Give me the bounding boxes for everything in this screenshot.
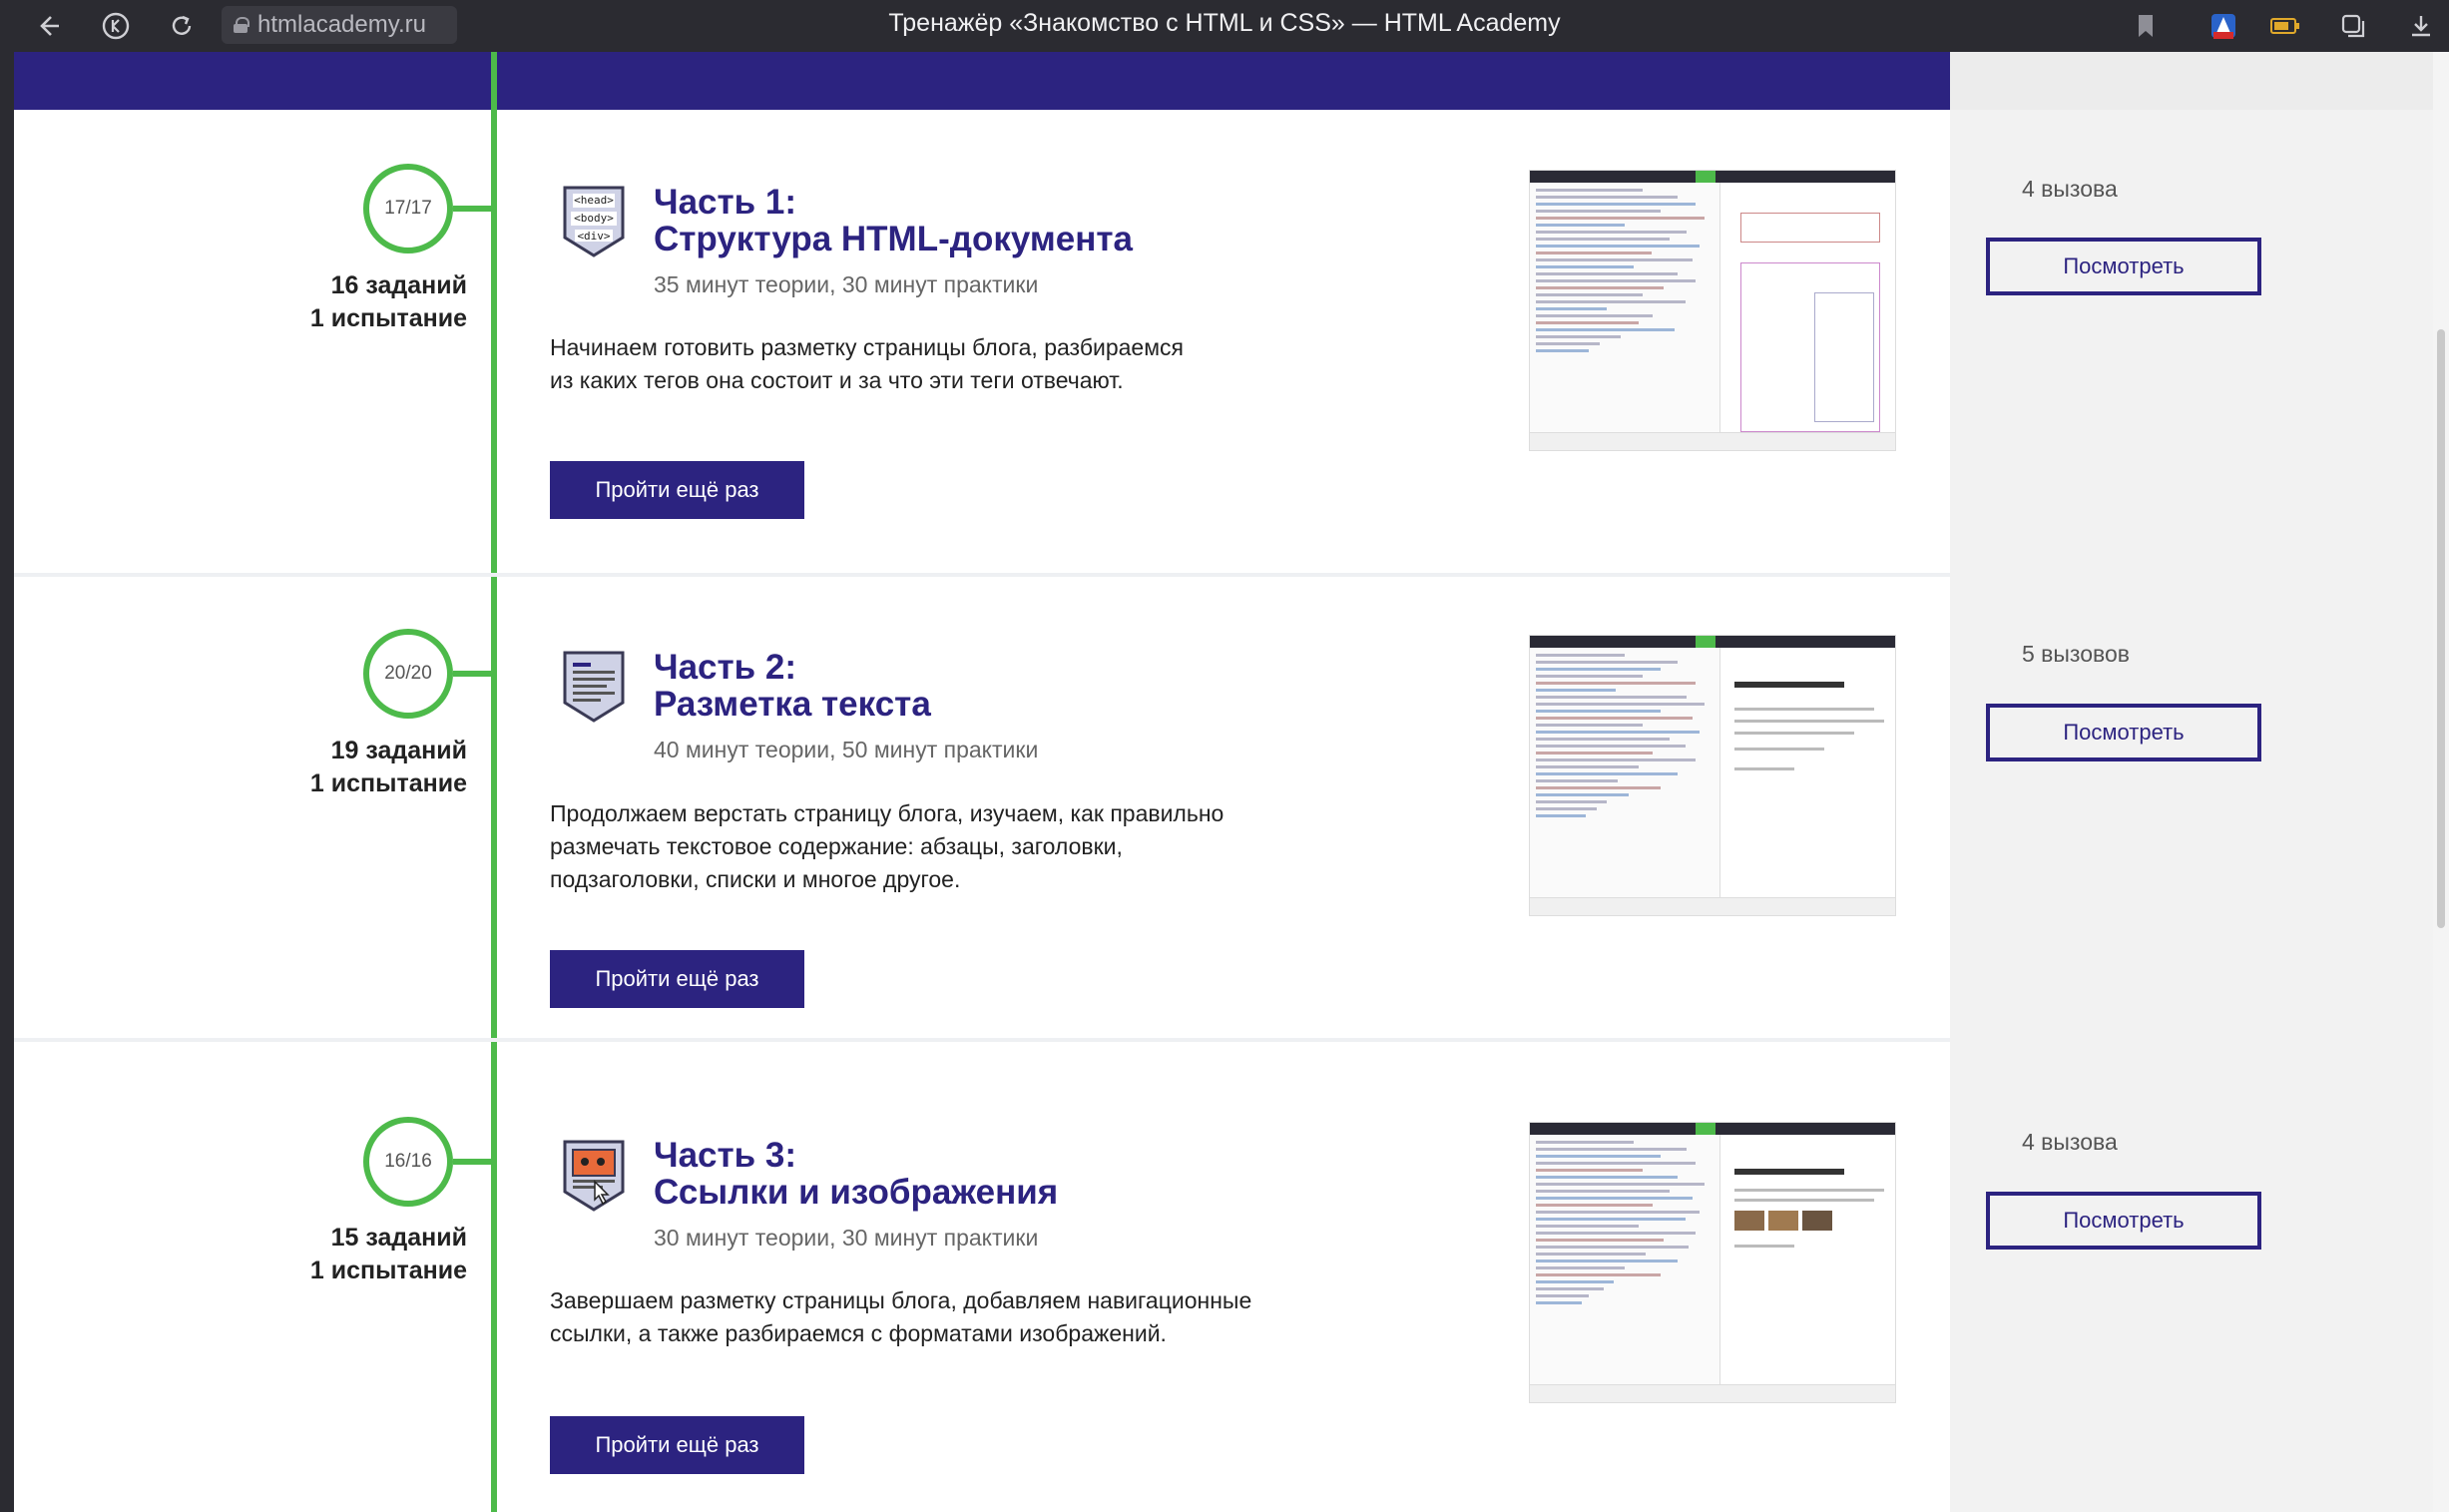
part-title: Часть 1: Структура HTML-документа: [654, 184, 1133, 257]
badge-tag-body: <body>: [574, 212, 614, 225]
part-description: Завершаем разметку страницы блога, добав…: [550, 1284, 1251, 1350]
download-icon[interactable]: [2403, 8, 2439, 44]
part-number: Часть 3:: [654, 1136, 797, 1175]
right-sidebar-header: [1950, 52, 2433, 110]
timeline-connector: [453, 206, 493, 212]
reload-icon[interactable]: [164, 8, 200, 44]
description-line: из каких тегов она состоит и за что эти …: [550, 367, 1124, 393]
part-preview-screenshot[interactable]: [1529, 635, 1896, 916]
part-duration: 30 минут теории, 30 минут практики: [654, 1225, 1039, 1251]
progress-ring: 16/16: [363, 1117, 453, 1207]
browser-toolbar: htmlacademy.ru Тренажёр «Знакомство с HT…: [0, 0, 2449, 52]
course-banner: [14, 52, 1950, 110]
description-line: Продолжаем верстать страницу блога, изуч…: [550, 800, 1224, 826]
retake-button[interactable]: Пройти ещё раз: [550, 1416, 804, 1474]
badge-tag-head: <head>: [574, 194, 614, 207]
progress-timeline: [491, 52, 497, 1512]
trials-count: 1 испытание: [309, 304, 467, 332]
timeline-connector: [453, 671, 493, 677]
lock-icon: [234, 17, 249, 33]
part-duration: 40 минут теории, 50 минут практики: [654, 737, 1039, 762]
part-number: Часть 2:: [654, 648, 797, 687]
timeline-connector: [453, 1159, 493, 1165]
section-divider: [14, 573, 1950, 577]
part-number: Часть 1:: [654, 183, 797, 222]
tasks-count: 15 заданий: [330, 1224, 467, 1252]
tasks-count: 19 заданий: [330, 737, 467, 764]
address-bar[interactable]: htmlacademy.ru: [222, 6, 457, 44]
description-line: Завершаем разметку страницы блога, добав…: [550, 1287, 1252, 1313]
part-description: Начинаем готовить разметку страницы блог…: [550, 331, 1184, 397]
part-stats: 15 заданий 1 испытание: [168, 1222, 467, 1287]
description-line: размечать текстовое содержание: абзацы, …: [550, 833, 1123, 859]
tasks-count: 16 заданий: [330, 271, 467, 299]
calls-count: 4 вызова: [2022, 176, 2118, 202]
part-preview-screenshot[interactable]: [1529, 1122, 1896, 1403]
trials-count: 1 испытание: [309, 769, 467, 797]
part-stats: 16 заданий 1 испытание: [168, 269, 467, 335]
progress-ring: 17/17: [363, 164, 453, 253]
view-calls-button[interactable]: Посмотреть: [1986, 704, 2261, 761]
view-calls-button[interactable]: Посмотреть: [1986, 238, 2261, 295]
part-description: Продолжаем верстать страницу блога, изуч…: [550, 797, 1224, 896]
scrollbar-thumb[interactable]: [2437, 329, 2445, 928]
part-name: Разметка текста: [654, 685, 931, 724]
description-line: подзаголовки, списки и многое другое.: [550, 866, 961, 892]
progress-ring: 20/20: [363, 629, 453, 719]
calls-count: 5 вызовов: [2022, 641, 2130, 667]
part-name: Ссылки и изображения: [654, 1173, 1059, 1212]
course-page: 17/17 16 заданий 1 испытание <head> <bod…: [14, 52, 1950, 1512]
retake-button[interactable]: Пройти ещё раз: [550, 461, 804, 519]
part-name: Структура HTML-документа: [654, 220, 1133, 258]
section-divider: [14, 1038, 1950, 1042]
back-icon[interactable]: [30, 8, 66, 44]
text-document-badge-icon: [561, 649, 627, 725]
part-preview-screenshot[interactable]: [1529, 170, 1896, 451]
html-tags-badge-icon: <head> <body> <div>: [561, 184, 627, 259]
description-line: ссылки, а также разбираемся с форматами …: [550, 1320, 1167, 1346]
image-link-badge-icon: [561, 1138, 627, 1214]
part-duration: 35 минут теории, 30 минут практики: [654, 271, 1039, 297]
extension-adblock-icon[interactable]: [2205, 8, 2241, 44]
battery-icon: [2267, 8, 2303, 44]
calls-count: 4 вызова: [2022, 1129, 2118, 1155]
description-line: Начинаем готовить разметку страницы блог…: [550, 334, 1184, 360]
part-title: Часть 3: Ссылки и изображения: [654, 1137, 1058, 1211]
bookmark-icon[interactable]: [2128, 8, 2164, 44]
retake-button[interactable]: Пройти ещё раз: [550, 950, 804, 1008]
badge-tag-div: <div>: [577, 230, 611, 243]
view-calls-button[interactable]: Посмотреть: [1986, 1192, 2261, 1250]
collections-icon[interactable]: [2335, 8, 2371, 44]
trials-count: 1 испытание: [309, 1257, 467, 1284]
window-left-edge: [0, 52, 14, 1512]
part-title: Часть 2: Разметка текста: [654, 649, 931, 723]
yandex-icon[interactable]: [98, 8, 134, 44]
url-text: htmlacademy.ru: [257, 11, 426, 38]
part-stats: 19 заданий 1 испытание: [168, 735, 467, 800]
